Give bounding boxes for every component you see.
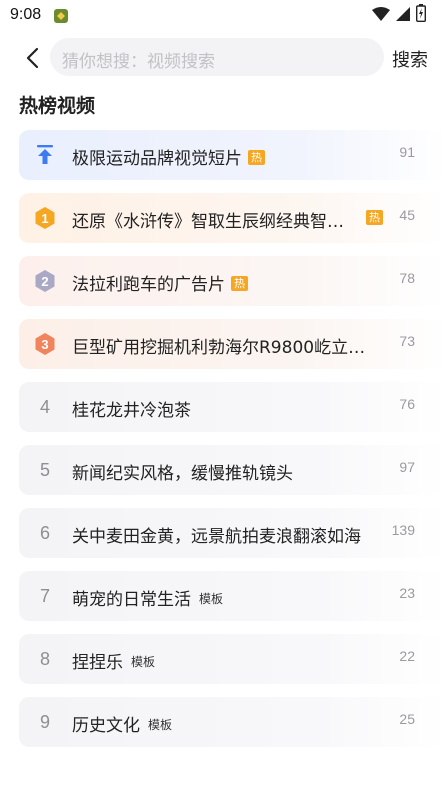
- rank-3-badge-icon: 3: [33, 332, 57, 356]
- list-item[interactable]: 5 新闻纪实风格，缓慢推轨镜头 97: [19, 445, 448, 495]
- item-title: 萌宠的日常生活 模板: [72, 585, 223, 610]
- item-title-text: 极限运动品牌视觉短片: [72, 149, 242, 169]
- template-badge: 模板: [199, 592, 224, 606]
- rank-number: 6: [39, 522, 50, 543]
- list-item[interactable]: 极限运动品牌视觉短片热 91: [19, 130, 448, 180]
- item-title: 极限运动品牌视觉短片热: [72, 144, 265, 169]
- item-count: 25: [399, 711, 415, 727]
- pin-top-icon: [33, 143, 57, 167]
- rank-number: 9: [39, 711, 50, 732]
- rank-number: 4: [39, 396, 50, 417]
- item-count: 91: [399, 144, 415, 160]
- status-bar: 9:08: [0, 0, 448, 32]
- rank-2-badge-icon: 2: [33, 269, 57, 293]
- list-item[interactable]: 9 历史文化 模板 25: [19, 697, 448, 747]
- search-bar: 猜你想搜：视频搜索 搜索: [0, 38, 448, 78]
- item-title: 新闻纪实风格，缓慢推轨镜头: [72, 464, 293, 484]
- item-title-text: 历史文化: [72, 716, 140, 736]
- signal-icon: [396, 6, 410, 25]
- list-item[interactable]: 8 捏捏乐 模板 22: [19, 634, 448, 684]
- search-button[interactable]: 搜索: [392, 46, 428, 72]
- rank-1-badge-icon: 1: [33, 206, 57, 230]
- rank-number: 5: [39, 459, 50, 480]
- list-item[interactable]: 2 法拉利跑车的广告片热 78: [19, 256, 448, 306]
- item-count: 22: [399, 648, 415, 664]
- wifi-icon: [372, 6, 390, 25]
- item-count: 97: [399, 459, 415, 475]
- status-time: 9:08: [10, 6, 42, 23]
- list-item[interactable]: 6 关中麦田金黄，远景航拍麦浪翻滚如海 139: [19, 508, 448, 558]
- list-item[interactable]: 4 桂花龙井冷泡茶 76: [19, 382, 448, 432]
- list-item[interactable]: 1 还原《水浒传》智取生辰纲经典智… 热 45: [19, 193, 448, 243]
- item-count: 78: [399, 270, 415, 286]
- item-count: 23: [399, 585, 415, 601]
- rank-number: 2: [41, 274, 48, 289]
- search-input[interactable]: 猜你想搜：视频搜索: [50, 38, 384, 76]
- hot-video-list: 极限运动品牌视觉短片热 91 1 还原《水浒传》智取生辰纲经典智… 热 45 2…: [19, 130, 448, 760]
- item-title: 桂花龙井冷泡茶: [72, 401, 191, 421]
- list-item[interactable]: 7 萌宠的日常生活 模板 23: [19, 571, 448, 621]
- item-count: 139: [391, 522, 415, 538]
- item-title: 关中麦田金黄，远景航拍麦浪翻滚如海: [72, 527, 361, 547]
- item-title: 历史文化 模板: [72, 711, 172, 736]
- item-title-text: 捏捏乐: [72, 653, 123, 673]
- template-badge: 模板: [148, 718, 173, 732]
- app-notification-icon: [52, 7, 70, 25]
- item-title: 捏捏乐 模板: [72, 648, 155, 673]
- battery-icon: [415, 4, 427, 26]
- item-title: 巨型矿用挖掘机利勃海尔R9800屹立于…: [72, 338, 382, 358]
- item-title-text: 萌宠的日常生活: [72, 590, 191, 610]
- rank-number: 7: [39, 585, 50, 606]
- search-placeholder: 猜你想搜：视频搜索: [62, 52, 215, 72]
- item-count: 73: [399, 333, 415, 349]
- item-title-text: 法拉利跑车的广告片: [72, 275, 225, 295]
- hot-badge: 热: [248, 150, 265, 165]
- chevron-left-icon: [26, 47, 39, 69]
- section-title: 热榜视频: [19, 95, 96, 117]
- template-badge: 模板: [131, 655, 156, 669]
- rank-number: 8: [39, 648, 50, 669]
- list-item[interactable]: 3 巨型矿用挖掘机利勃海尔R9800屹立于… 73: [19, 319, 448, 369]
- item-count: 45: [399, 207, 415, 223]
- item-title: 法拉利跑车的广告片热: [72, 270, 248, 295]
- hot-badge: 热: [366, 210, 383, 225]
- back-button[interactable]: [18, 44, 46, 72]
- status-indicators: [372, 4, 427, 26]
- rank-number: 3: [41, 337, 48, 352]
- hot-badge: 热: [231, 276, 248, 291]
- item-title: 还原《水浒传》智取生辰纲经典智…: [72, 212, 344, 232]
- item-count: 76: [399, 396, 415, 412]
- rank-number: 1: [41, 211, 48, 226]
